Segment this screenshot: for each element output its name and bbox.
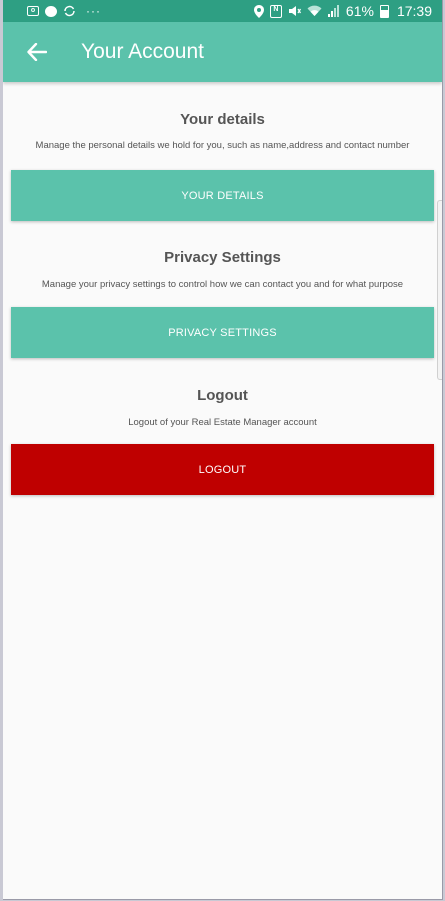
privacy-settings-button[interactable]: PRIVACY SETTINGS — [11, 307, 434, 358]
page-title: Your Account — [81, 40, 204, 63]
section-description: Manage the personal details we hold for … — [35, 140, 410, 151]
section-description: Logout of your Real Estate Manager accou… — [128, 417, 317, 428]
messenger-icon — [45, 4, 57, 18]
edge-panel-handle[interactable] — [437, 200, 442, 380]
app-window: o ··· N 61% 17:39 Your Account Your deta… — [3, 0, 443, 900]
status-bar: o ··· N 61% 17:39 — [3, 0, 442, 22]
section-title: Privacy Settings — [164, 249, 281, 266]
section-title: Logout — [197, 387, 248, 404]
back-button[interactable] — [15, 30, 59, 74]
outlook-icon: o — [27, 4, 39, 18]
back-arrow-icon — [27, 43, 47, 61]
section-title: Your details — [180, 111, 265, 128]
signal-icon — [327, 4, 340, 18]
your-details-section: Your details Manage the personal details… — [11, 111, 434, 221]
app-bar: Your Account — [3, 22, 442, 82]
status-left: o ··· — [27, 4, 101, 18]
wifi-icon — [307, 4, 322, 18]
mute-icon — [288, 4, 301, 18]
status-right: N 61% 17:39 — [253, 3, 432, 19]
account-options: Your details Manage the personal details… — [3, 111, 442, 495]
sync-icon — [63, 4, 76, 18]
location-icon — [253, 4, 264, 18]
your-details-button[interactable]: YOUR DETAILS — [11, 170, 434, 221]
battery-icon — [379, 4, 389, 18]
status-time: 17:39 — [396, 3, 432, 19]
logout-button[interactable]: LOGOUT — [11, 444, 434, 495]
more-notifications-icon: ··· — [86, 4, 101, 18]
battery-percent: 61% — [345, 3, 374, 19]
privacy-settings-section: Privacy Settings Manage your privacy set… — [11, 249, 434, 358]
logout-section: Logout Logout of your Real Estate Manage… — [11, 387, 434, 495]
nfc-icon: N — [269, 4, 282, 18]
section-description: Manage your privacy settings to control … — [41, 279, 404, 290]
